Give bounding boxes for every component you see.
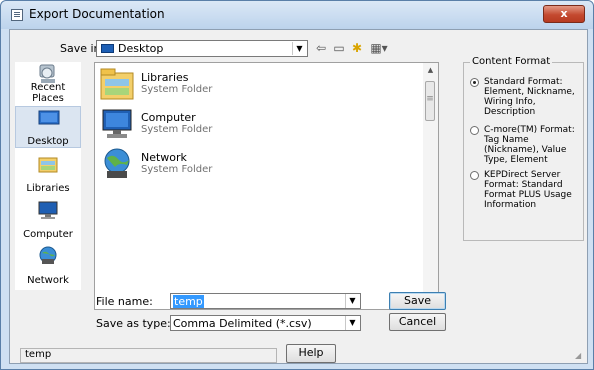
radio-label: KEPDirect Server Format: Standard Format… bbox=[484, 170, 572, 210]
libraries-folder-icon bbox=[100, 68, 134, 100]
scroll-thumb[interactable] bbox=[425, 81, 435, 121]
desktop-icon bbox=[38, 110, 60, 125]
file-name-label: File name: bbox=[96, 295, 153, 308]
save-in-dropdown[interactable]: Desktop ▼ bbox=[96, 40, 308, 57]
up-folder-icon[interactable]: ▭ bbox=[332, 41, 346, 55]
view-menu-icon[interactable]: ▦▾ bbox=[368, 41, 390, 55]
scroll-up-icon[interactable]: ▲ bbox=[423, 63, 438, 78]
save-as-type-label: Save as type: bbox=[96, 317, 171, 330]
window-title: Export Documentation bbox=[29, 7, 165, 21]
vertical-scrollbar[interactable]: ▲ ▼ bbox=[423, 63, 438, 309]
radio-label: C-more(TM) Format: Tag Name (Nickname), … bbox=[484, 125, 575, 165]
file-type: System Folder bbox=[141, 84, 213, 95]
status-field: temp bbox=[20, 348, 277, 363]
place-label: Network bbox=[27, 275, 69, 286]
title-bar[interactable]: Export Documentation x bbox=[1, 1, 593, 29]
file-name: Network bbox=[141, 151, 187, 164]
help-button[interactable]: Help bbox=[286, 344, 336, 363]
places-bar: Recent Places Desktop Libraries Computer… bbox=[15, 62, 81, 290]
place-desktop[interactable]: Desktop bbox=[15, 106, 81, 148]
place-label: Libraries bbox=[26, 183, 70, 194]
content-format-group: Content Format Standard Format: Element,… bbox=[463, 56, 584, 241]
chevron-down-icon[interactable]: ▼ bbox=[345, 316, 359, 330]
recent-places-icon bbox=[39, 64, 55, 83]
chevron-down-icon[interactable]: ▼ bbox=[345, 294, 359, 308]
place-label: Recent Places bbox=[30, 82, 66, 104]
back-icon[interactable]: ⇦ bbox=[314, 41, 328, 55]
radio-cmore-format[interactable]: C-more(TM) Format: Tag Name (Nickname), … bbox=[470, 125, 580, 165]
radio-dot[interactable] bbox=[470, 126, 479, 135]
radio-dot[interactable] bbox=[470, 78, 479, 87]
file-name: Computer bbox=[141, 111, 196, 124]
resize-grip-icon[interactable]: ◢ bbox=[575, 351, 585, 361]
file-list[interactable]: Libraries System Folder Computer System … bbox=[94, 62, 439, 310]
chevron-down-icon[interactable]: ▼ bbox=[292, 42, 306, 55]
save-as-type-value: Comma Delimited (*.csv) bbox=[173, 317, 312, 330]
computer-icon bbox=[38, 201, 58, 219]
place-network[interactable]: Network bbox=[15, 244, 81, 286]
place-label: Desktop bbox=[27, 136, 69, 147]
network-icon bbox=[104, 148, 130, 178]
radio-kepdirect-format[interactable]: KEPDirect Server Format: Standard Format… bbox=[470, 170, 580, 210]
place-label: Computer bbox=[23, 229, 73, 240]
place-computer[interactable]: Computer bbox=[15, 198, 81, 240]
file-name-value: temp bbox=[173, 295, 204, 308]
desktop-icon bbox=[101, 44, 114, 53]
new-folder-icon[interactable]: ✱ bbox=[350, 41, 364, 55]
file-type: System Folder bbox=[141, 124, 213, 135]
radio-standard-format[interactable]: Standard Format: Element, Nickname, Wiri… bbox=[470, 77, 580, 117]
export-documentation-dialog: Export Documentation x Save in: Desktop … bbox=[0, 0, 594, 370]
save-in-value: Desktop bbox=[118, 42, 164, 55]
save-button[interactable]: Save bbox=[389, 292, 446, 310]
group-title: Content Format bbox=[470, 56, 553, 67]
radio-label: Standard Format: Element, Nickname, Wiri… bbox=[484, 77, 575, 117]
network-icon bbox=[39, 246, 57, 264]
computer-icon bbox=[102, 109, 132, 138]
app-icon bbox=[11, 9, 23, 21]
list-item-computer[interactable]: Computer System Folder bbox=[99, 107, 249, 147]
place-recent-places[interactable]: Recent Places bbox=[15, 62, 81, 104]
libraries-icon bbox=[38, 157, 58, 173]
file-type: System Folder bbox=[141, 164, 213, 175]
dialog-body: Save in: Desktop ▼ ⇦ ▭ ✱ ▦▾ Recent Place… bbox=[9, 29, 588, 364]
place-libraries[interactable]: Libraries bbox=[15, 152, 81, 194]
status-text: temp bbox=[25, 349, 52, 360]
save-as-type-select[interactable]: Comma Delimited (*.csv) ▼ bbox=[170, 315, 361, 331]
cancel-button[interactable]: Cancel bbox=[389, 313, 446, 331]
file-name-input[interactable]: temp ▼ bbox=[170, 293, 361, 309]
list-item-network[interactable]: Network System Folder bbox=[99, 147, 249, 187]
list-item-libraries[interactable]: Libraries System Folder bbox=[99, 67, 249, 107]
radio-dot[interactable] bbox=[470, 171, 479, 180]
file-name: Libraries bbox=[141, 71, 189, 84]
close-button[interactable]: x bbox=[543, 5, 585, 23]
